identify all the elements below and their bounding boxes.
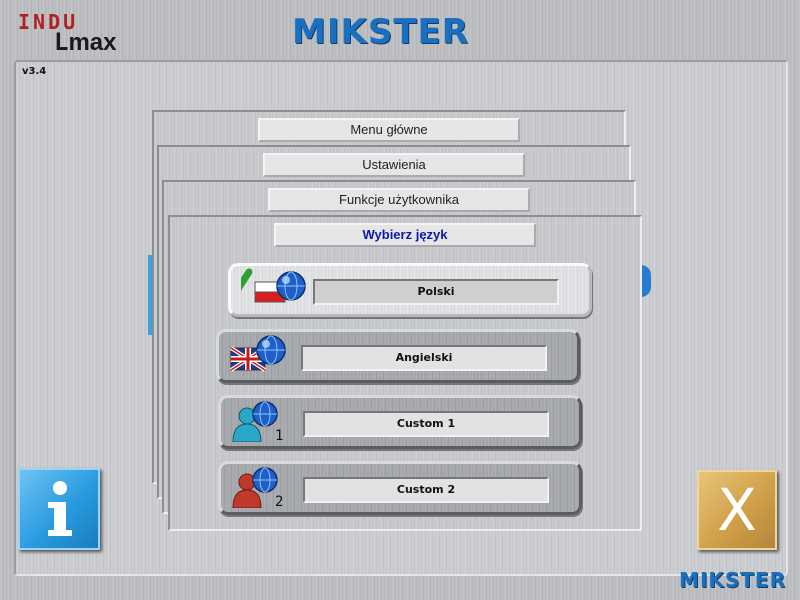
language-label-angielski: Angielski: [301, 345, 547, 371]
close-button[interactable]: X: [697, 470, 777, 550]
user-globe-2-icon: 2: [231, 466, 293, 510]
language-button-custom-2[interactable]: 2 Custom 2: [218, 461, 582, 515]
language-button-custom-1[interactable]: 1 Custom 1: [218, 395, 582, 449]
info-icon: [20, 481, 98, 552]
panel-title-select-language: Wybierz język: [274, 223, 536, 247]
language-label-custom-1: Custom 1: [303, 411, 549, 437]
panel-title-settings: Ustawienia: [263, 153, 525, 177]
flag-uk-globe-icon: [229, 334, 291, 376]
mikster-logo-top: MIKSTER: [292, 12, 469, 52]
user-globe-1-icon: 1: [231, 400, 293, 444]
svg-text:1: 1: [275, 428, 283, 442]
background-panel-edge-right: [641, 265, 651, 297]
language-button-angielski[interactable]: Angielski: [216, 329, 580, 383]
indu-lmax-logo: INDU Lmax: [18, 10, 128, 56]
language-label-polski: Polski: [313, 279, 559, 305]
svg-text:2: 2: [275, 494, 283, 508]
panel-title-user-functions: Funkcje użytkownika: [268, 188, 530, 212]
panel-title-main-menu: Menu główne: [258, 118, 520, 142]
language-button-polski[interactable]: Polski: [213, 263, 592, 317]
panel-select-language: Wybierz język Polski Angielski 1 Custom …: [168, 215, 642, 531]
info-button[interactable]: [18, 468, 100, 550]
lmax-logo-text: Lmax: [54, 28, 117, 56]
language-label-custom-2: Custom 2: [303, 477, 549, 503]
mikster-logo-bottom: MIKSTER: [679, 568, 786, 592]
close-icon: X: [717, 476, 757, 544]
flag-poland-globe-icon: [213, 268, 306, 310]
version-label: v3.4: [22, 66, 47, 77]
